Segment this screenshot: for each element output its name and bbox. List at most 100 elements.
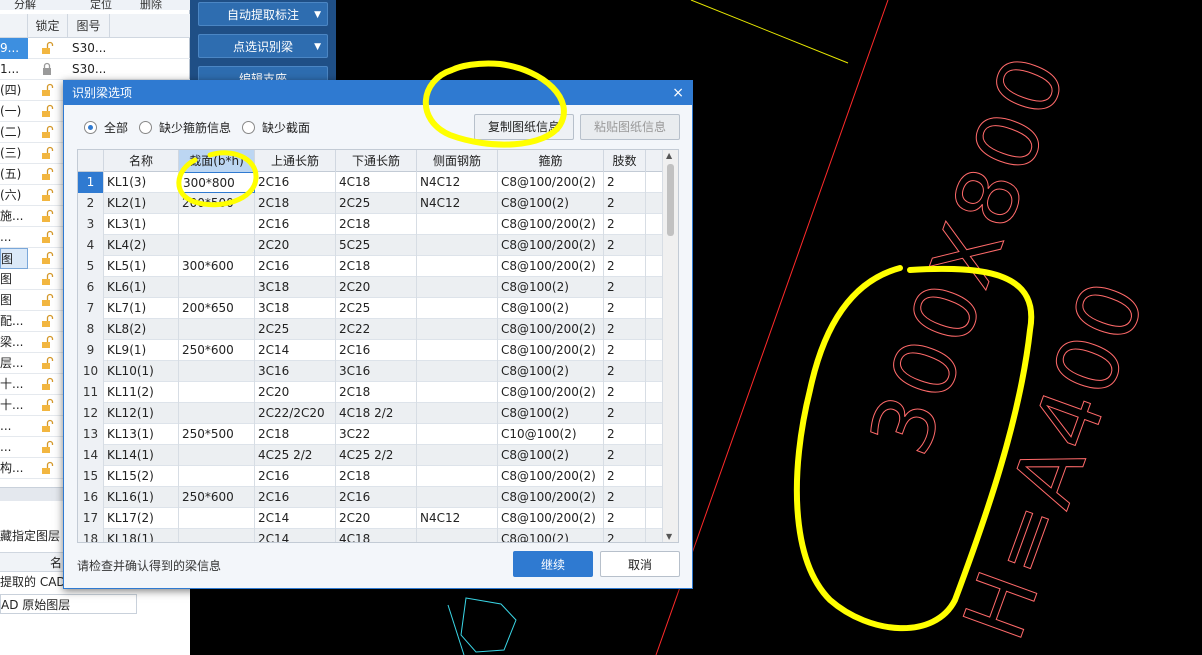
scroll-thumb[interactable]	[667, 164, 674, 236]
cell-legs[interactable]: 2	[604, 403, 646, 424]
cell-name[interactable]: KL16(1)	[104, 487, 179, 508]
cell-name[interactable]: KL9(1)	[104, 340, 179, 361]
cad-layer-item-extracted[interactable]: 提取的 CAD	[0, 572, 66, 592]
cell-section[interactable]: 300*800	[179, 172, 255, 193]
table-row[interactable]: 7 KL7(1) 200*650 3C18 2C25 C8@100(2) 2	[78, 298, 663, 319]
cell-side-bar[interactable]	[417, 487, 498, 508]
cell-top-bar[interactable]: 3C18	[255, 277, 336, 298]
cell-top-bar[interactable]: 2C16	[255, 466, 336, 487]
table-row[interactable]: 18 KL18(1) 2C14 4C18 C8@100(2) 2	[78, 529, 663, 542]
cell-name[interactable]: KL12(1)	[104, 403, 179, 424]
cell-top-bar[interactable]: 2C20	[255, 235, 336, 256]
cell-stirrup[interactable]: C8@100/200(2)	[498, 382, 604, 403]
cell-side-bar[interactable]	[417, 214, 498, 235]
lock-open-icon[interactable]	[40, 293, 54, 307]
cell-side-bar[interactable]	[417, 424, 498, 445]
cell-name[interactable]: KL8(2)	[104, 319, 179, 340]
paste-drawing-info-button[interactable]: 粘贴图纸信息	[580, 114, 680, 140]
cell-top-bar[interactable]: 2C22/2C20	[255, 403, 336, 424]
cell-stirrup[interactable]: C8@100/200(2)	[498, 319, 604, 340]
lock-open-icon[interactable]	[40, 440, 54, 454]
lock-open-icon[interactable]	[40, 167, 54, 181]
cell-legs[interactable]: 2	[604, 235, 646, 256]
cell-stirrup[interactable]: C8@100/200(2)	[498, 487, 604, 508]
cell-bottom-bar[interactable]: 4C25 2/2	[336, 445, 417, 466]
cell-section[interactable]	[179, 403, 255, 424]
table-row[interactable]: 4 KL4(2) 2C20 5C25 C8@100/200(2) 2	[78, 235, 663, 256]
cell-section[interactable]	[179, 529, 255, 542]
cell-name[interactable]: KL10(1)	[104, 361, 179, 382]
table-row[interactable]: 13 KL13(1) 250*500 2C18 3C22 C10@100(2) 2	[78, 424, 663, 445]
cell-stirrup[interactable]: C8@100(2)	[498, 361, 604, 382]
cell-name[interactable]: KL3(1)	[104, 214, 179, 235]
cell-bottom-bar[interactable]: 5C25	[336, 235, 417, 256]
cell-top-bar[interactable]: 3C18	[255, 298, 336, 319]
lock-open-icon[interactable]	[40, 146, 54, 160]
table-row[interactable]: 17 KL17(2) 2C14 2C20 N4C12 C8@100/200(2) 2	[78, 508, 663, 529]
table-row[interactable]: 15 KL15(2) 2C16 2C18 C8@100/200(2) 2	[78, 466, 663, 487]
cell-section[interactable]	[179, 361, 255, 382]
lock-open-icon[interactable]	[40, 83, 54, 97]
cell-name[interactable]: KL11(2)	[104, 382, 179, 403]
table-row[interactable]: 14 KL14(1) 4C25 2/2 4C25 2/2 C8@100(2) 2	[78, 445, 663, 466]
lock-closed-icon[interactable]	[40, 62, 54, 76]
cell-bottom-bar[interactable]: 2C25	[336, 298, 417, 319]
lock-open-icon[interactable]	[40, 398, 54, 412]
table-row[interactable]: 12 KL12(1) 2C22/2C20 4C18 2/2 C8@100(2) 2	[78, 403, 663, 424]
table-row[interactable]: 1 KL1(3) 300*800 2C16 4C18 N4C12 C8@100/200(2)…	[78, 172, 663, 193]
cell-legs[interactable]: 2	[604, 193, 646, 214]
col-header-legs[interactable]: 肢数	[604, 150, 646, 172]
cell-stirrup[interactable]: C10@100(2)	[498, 424, 604, 445]
lock-open-icon[interactable]	[40, 377, 54, 391]
copy-drawing-info-button[interactable]: 复制图纸信息	[474, 114, 574, 140]
table-row[interactable]: 11 KL11(2) 2C20 2C18 C8@100/200(2) 2	[78, 382, 663, 403]
cell-side-bar[interactable]	[417, 340, 498, 361]
cell-name[interactable]: KL2(1)	[104, 193, 179, 214]
cell-stirrup[interactable]: C8@100(2)	[498, 403, 604, 424]
table-row[interactable]: 16 KL16(1) 250*600 2C16 2C16 C8@100/200(2) 2	[78, 487, 663, 508]
cell-name[interactable]: KL4(2)	[104, 235, 179, 256]
cell-section[interactable]	[179, 466, 255, 487]
layer-row[interactable]: 1... S30...	[0, 59, 190, 80]
cad-layer-item-original[interactable]: AD 原始图层	[0, 594, 137, 614]
cell-name[interactable]: KL7(1)	[104, 298, 179, 319]
cell-name[interactable]: KL5(1)	[104, 256, 179, 277]
cell-section[interactable]: 250*600	[179, 340, 255, 361]
lock-open-icon[interactable]	[40, 188, 54, 202]
cell-section[interactable]: 300*600	[179, 256, 255, 277]
cell-name[interactable]: KL6(1)	[104, 277, 179, 298]
cell-top-bar[interactable]: 2C16	[255, 487, 336, 508]
layer-row[interactable]: 9... S30...	[0, 38, 190, 59]
cell-top-bar[interactable]: 2C18	[255, 424, 336, 445]
radio-dot-icon[interactable]	[139, 121, 152, 134]
cell-section[interactable]: 200*500	[179, 193, 255, 214]
cell-stirrup[interactable]: C8@100/200(2)	[498, 235, 604, 256]
cell-section[interactable]: 250*600	[179, 487, 255, 508]
cell-bottom-bar[interactable]: 4C18	[336, 529, 417, 542]
cell-side-bar[interactable]	[417, 445, 498, 466]
cell-stirrup[interactable]: C8@100/200(2)	[498, 256, 604, 277]
cell-bottom-bar[interactable]: 2C16	[336, 340, 417, 361]
cell-top-bar[interactable]: 4C25 2/2	[255, 445, 336, 466]
cell-side-bar[interactable]: N4C12	[417, 508, 498, 529]
cell-legs[interactable]: 2	[604, 319, 646, 340]
cell-bottom-bar[interactable]: 3C22	[336, 424, 417, 445]
cell-legs[interactable]: 2	[604, 340, 646, 361]
cell-section[interactable]	[179, 214, 255, 235]
scroll-up-icon[interactable]: ▲	[666, 151, 672, 160]
scroll-down-icon[interactable]: ▼	[666, 532, 672, 541]
lock-open-icon[interactable]	[40, 419, 54, 433]
cell-section[interactable]	[179, 445, 255, 466]
cell-top-bar[interactable]: 2C16	[255, 256, 336, 277]
cell-stirrup[interactable]: C8@100(2)	[498, 529, 604, 542]
lock-open-icon[interactable]	[40, 104, 54, 118]
lock-open-icon[interactable]	[40, 125, 54, 139]
cell-name[interactable]: KL15(2)	[104, 466, 179, 487]
cell-legs[interactable]: 2	[604, 361, 646, 382]
cancel-button[interactable]: 取消	[600, 551, 680, 577]
table-row[interactable]: 3 KL3(1) 2C16 2C18 C8@100/200(2) 2	[78, 214, 663, 235]
cell-section[interactable]	[179, 235, 255, 256]
cell-bottom-bar[interactable]: 2C16	[336, 487, 417, 508]
col-header-top-bar[interactable]: 上通长筋	[255, 150, 336, 172]
cell-top-bar[interactable]: 2C25	[255, 319, 336, 340]
